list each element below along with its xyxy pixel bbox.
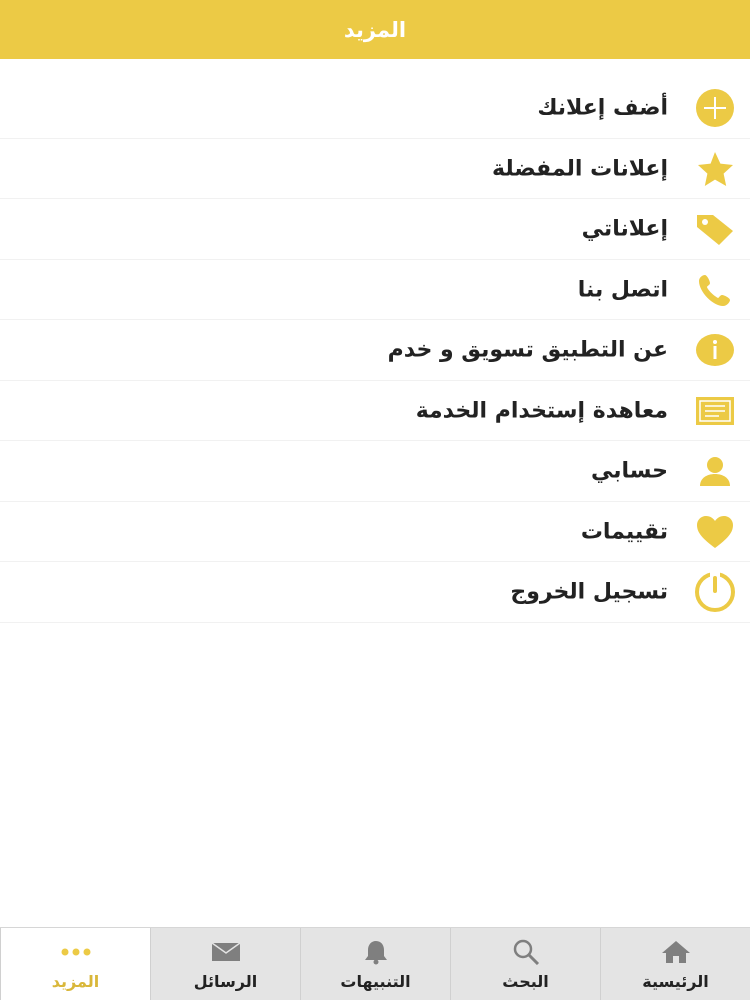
info-icon: [694, 329, 736, 371]
power-icon: [694, 571, 736, 613]
more-menu-list: أضف إعلانك إعلانات المفضلة إعلاناتي اتصل…: [0, 78, 750, 623]
home-icon: [660, 938, 692, 966]
tab-label: المزيد: [51, 972, 100, 991]
tab-label: التنبيهات: [340, 972, 411, 991]
search-icon: [510, 938, 542, 966]
plus-circle-icon: [694, 87, 736, 129]
tab-label: الرسائل: [193, 972, 258, 991]
tag-icon: [694, 208, 736, 250]
menu-item-label: تسجيل الخروج: [510, 579, 668, 605]
bell-icon: [360, 938, 392, 966]
more-dots-icon: [60, 938, 92, 966]
tab-notifications[interactable]: التنبيهات: [300, 928, 450, 1000]
menu-item-label: إعلانات المفضلة: [492, 156, 668, 182]
tab-home[interactable]: الرئيسية: [600, 928, 750, 1000]
menu-item-my-ads[interactable]: إعلاناتي: [0, 199, 750, 260]
menu-item-label: حسابي: [590, 458, 668, 484]
menu-item-logout[interactable]: تسجيل الخروج: [0, 562, 750, 623]
menu-item-label: معاهدة إستخدام الخدمة: [415, 398, 668, 424]
menu-item-label: عن التطبيق تسويق و خدم: [387, 337, 668, 363]
menu-item-my-account[interactable]: حسابي: [0, 441, 750, 502]
menu-item-label: إعلاناتي: [581, 216, 668, 242]
tab-label: البحث: [502, 972, 549, 991]
bottom-tab-bar: الرئيسية البحث التنبيهات الرسائل المزيد: [0, 927, 750, 1000]
menu-item-favorite-ads[interactable]: إعلانات المفضلة: [0, 139, 750, 200]
menu-item-ratings[interactable]: تقييمات: [0, 502, 750, 563]
menu-item-label: أضف إعلانك: [537, 95, 668, 121]
tab-label: الرئيسية: [642, 972, 709, 991]
menu-item-add-ad[interactable]: أضف إعلانك: [0, 78, 750, 139]
envelope-icon: [210, 938, 242, 966]
tab-messages[interactable]: الرسائل: [150, 928, 300, 1000]
menu-item-contact-us[interactable]: اتصل بنا: [0, 260, 750, 321]
document-icon: [694, 390, 736, 432]
phone-icon: [694, 269, 736, 311]
tab-search[interactable]: البحث: [450, 928, 600, 1000]
star-icon: [694, 148, 736, 190]
top-bar: المزيد: [0, 0, 750, 59]
menu-item-label: اتصل بنا: [577, 277, 668, 303]
tab-more[interactable]: المزيد: [0, 928, 150, 1000]
menu-item-about-app[interactable]: عن التطبيق تسويق و خدم: [0, 320, 750, 381]
menu-item-label: تقييمات: [580, 519, 668, 545]
menu-item-terms-of-service[interactable]: معاهدة إستخدام الخدمة: [0, 381, 750, 442]
heart-icon: [694, 511, 736, 553]
user-icon: [694, 450, 736, 492]
page-title: المزيد: [343, 17, 407, 42]
